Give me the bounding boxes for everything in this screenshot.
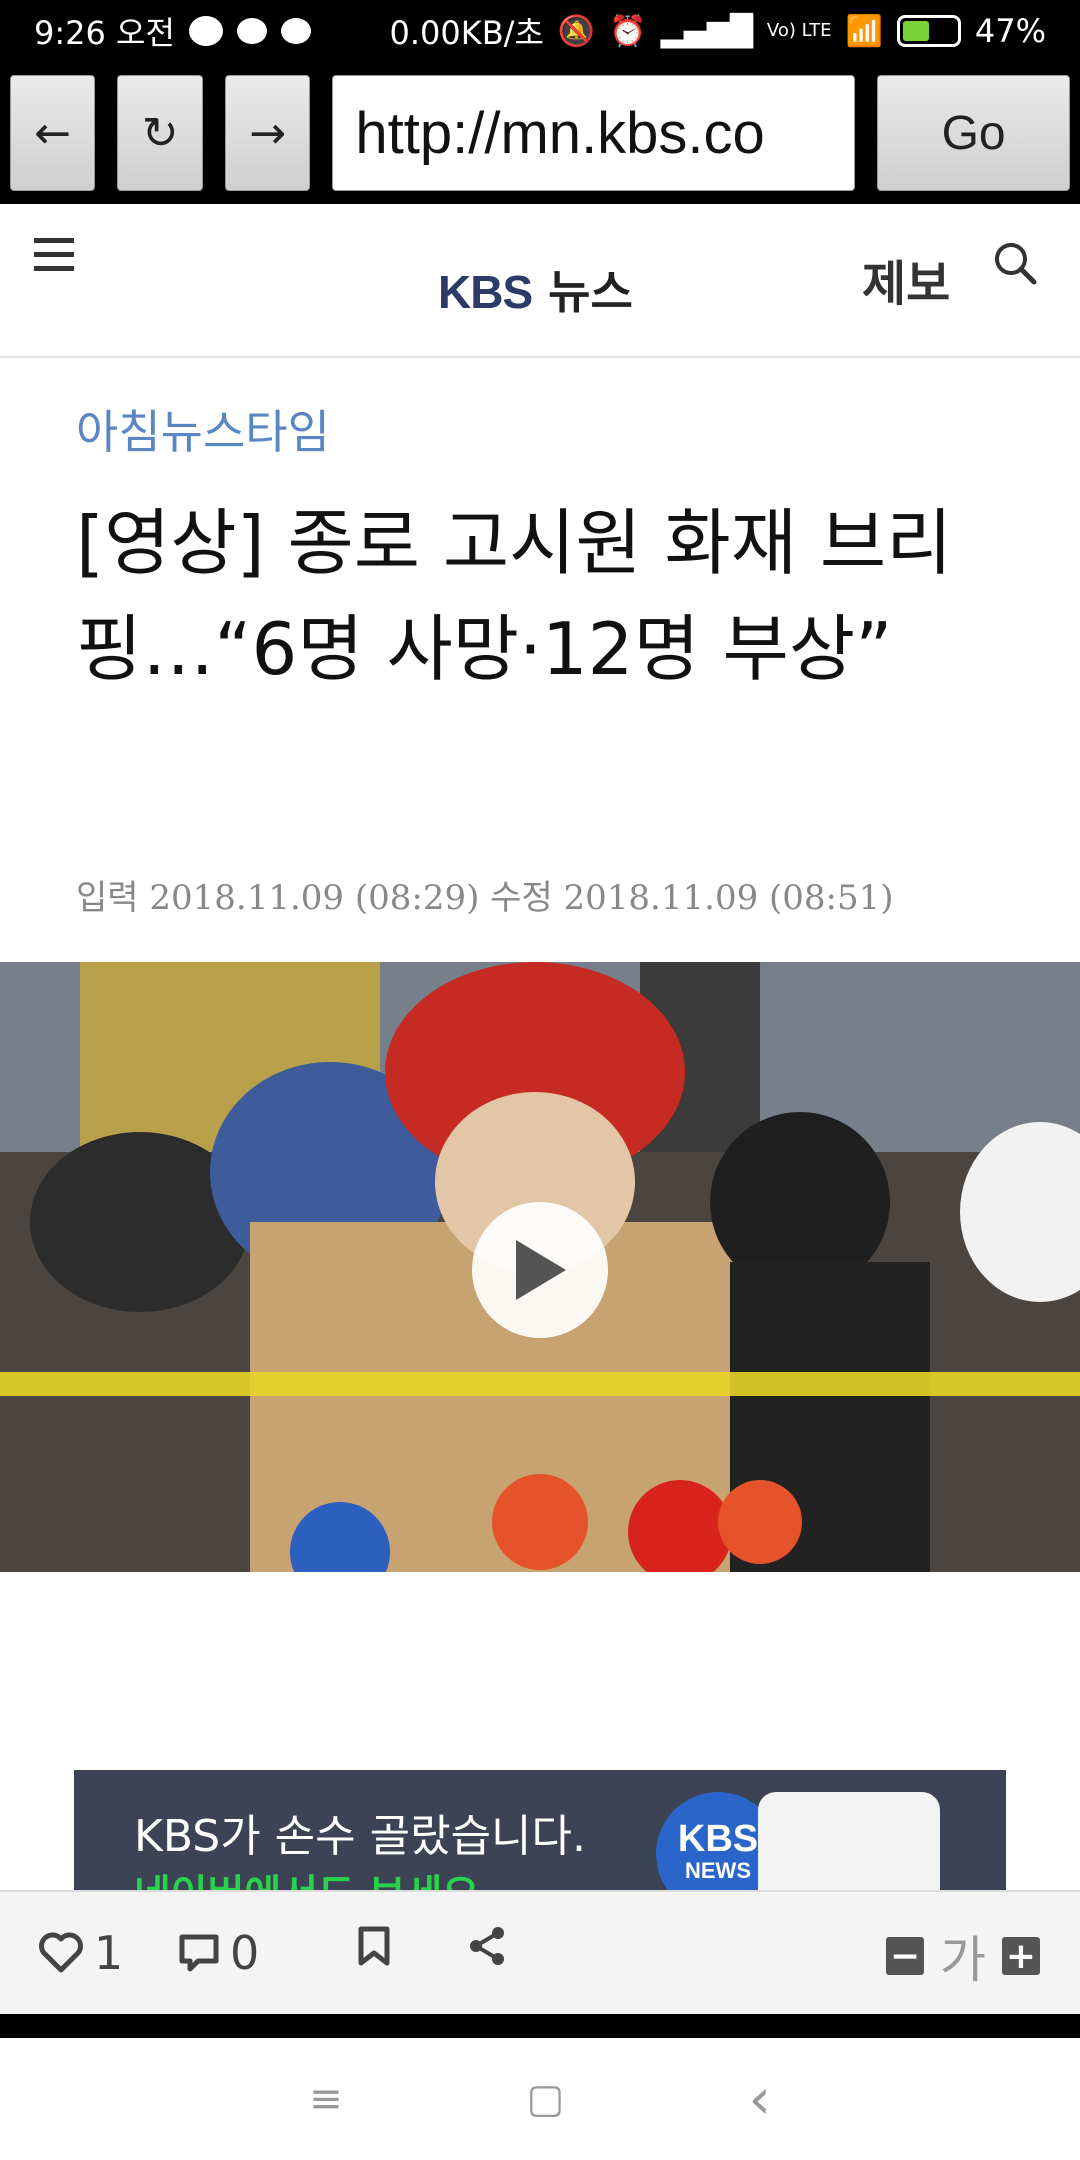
signal-icon: ▂▄▆█ bbox=[660, 13, 753, 49]
clock: 9:26 오전 bbox=[34, 14, 175, 52]
arrow-left-icon: ← bbox=[34, 107, 72, 159]
back-nav-icon[interactable]: ‹ bbox=[748, 2067, 770, 2132]
system-nav-bar: ≡ ▢ ‹ bbox=[0, 2038, 1080, 2160]
status-bar: 9:26 오전 0.00KB/초 🔕 ⏰ ▂▄▆█ Vo) LTE 📶 47% bbox=[0, 0, 1080, 62]
bookmark-icon bbox=[358, 1926, 390, 1966]
site-header: KBS 뉴스 제보 bbox=[0, 204, 1080, 358]
network-speed: 0.00KB/초 bbox=[389, 14, 544, 52]
mute-icon: 🔕 bbox=[557, 13, 596, 49]
go-button[interactable]: Go bbox=[877, 75, 1070, 191]
font-size-label: 가 bbox=[940, 1931, 986, 1989]
web-page: KBS 뉴스 제보 아침뉴스타임 [영상] 종로 고시원 화재 브리핑…“6명 … bbox=[0, 204, 1080, 2014]
app-notification-icon bbox=[236, 18, 267, 44]
back-button[interactable]: ← bbox=[10, 75, 96, 191]
share-button[interactable] bbox=[468, 1926, 506, 1966]
battery-percent: 47% bbox=[974, 12, 1046, 50]
battery-icon bbox=[896, 15, 961, 47]
kbs-news-logo[interactable]: KBS 뉴스 bbox=[438, 256, 633, 322]
font-increase-button[interactable]: + bbox=[1002, 1936, 1040, 1977]
wifi-icon: 📶 bbox=[845, 13, 883, 49]
article-category[interactable]: 아침뉴스타임 bbox=[76, 396, 330, 462]
arrow-right-icon: → bbox=[249, 107, 287, 159]
menu-icon[interactable] bbox=[34, 238, 74, 272]
heart-icon bbox=[39, 1932, 83, 1973]
banner-headline: KBS가 손수 골랐습니다. bbox=[134, 1811, 586, 1862]
like-button[interactable]: 1 bbox=[38, 1926, 123, 1980]
logo-news-text: 뉴스 bbox=[548, 265, 633, 319]
article-action-bar: 1 0 − 가 + bbox=[0, 1890, 1080, 2014]
logo-kbs-text: KBS bbox=[438, 266, 533, 318]
share-icon bbox=[470, 1927, 504, 1965]
search-icon[interactable] bbox=[992, 240, 1038, 286]
article-timestamps: 입력 2018.11.09 (08:29) 수정 2018.11.09 (08:… bbox=[76, 878, 894, 918]
font-size-control: − 가 + bbox=[886, 1920, 1040, 1992]
comment-icon bbox=[179, 1934, 219, 1972]
browser-toolbar: ← ↻ → http://mn.kbs.co Go bbox=[0, 62, 1080, 204]
play-button[interactable] bbox=[472, 1202, 608, 1338]
comment-button[interactable]: 0 bbox=[178, 1926, 259, 1980]
reload-icon: ↻ bbox=[141, 107, 179, 159]
cat-app-icon bbox=[280, 18, 311, 44]
kakaotalk-icon bbox=[188, 16, 223, 46]
article-headline: [영상] 종로 고시원 화재 브리핑…“6명 사망·12명 부상” bbox=[76, 501, 953, 691]
recent-apps-icon[interactable]: ≡ bbox=[309, 2076, 343, 2122]
home-icon[interactable]: ▢ bbox=[527, 2076, 565, 2122]
forward-button[interactable]: → bbox=[224, 75, 311, 191]
divider-strip bbox=[0, 2014, 1080, 2038]
url-input[interactable]: http://mn.kbs.co bbox=[332, 75, 856, 191]
video-player[interactable] bbox=[0, 962, 1080, 1572]
bookmark-button[interactable] bbox=[358, 1926, 390, 1966]
alarm-icon: ⏰ bbox=[609, 13, 647, 49]
report-link[interactable]: 제보 bbox=[862, 244, 950, 314]
comment-count: 0 bbox=[230, 1926, 260, 1980]
volte-label: Vo) LTE bbox=[766, 20, 832, 41]
play-icon bbox=[516, 1240, 566, 1300]
font-decrease-button[interactable]: − bbox=[886, 1936, 924, 1977]
reload-button[interactable]: ↻ bbox=[117, 75, 203, 191]
like-count: 1 bbox=[94, 1926, 124, 1980]
